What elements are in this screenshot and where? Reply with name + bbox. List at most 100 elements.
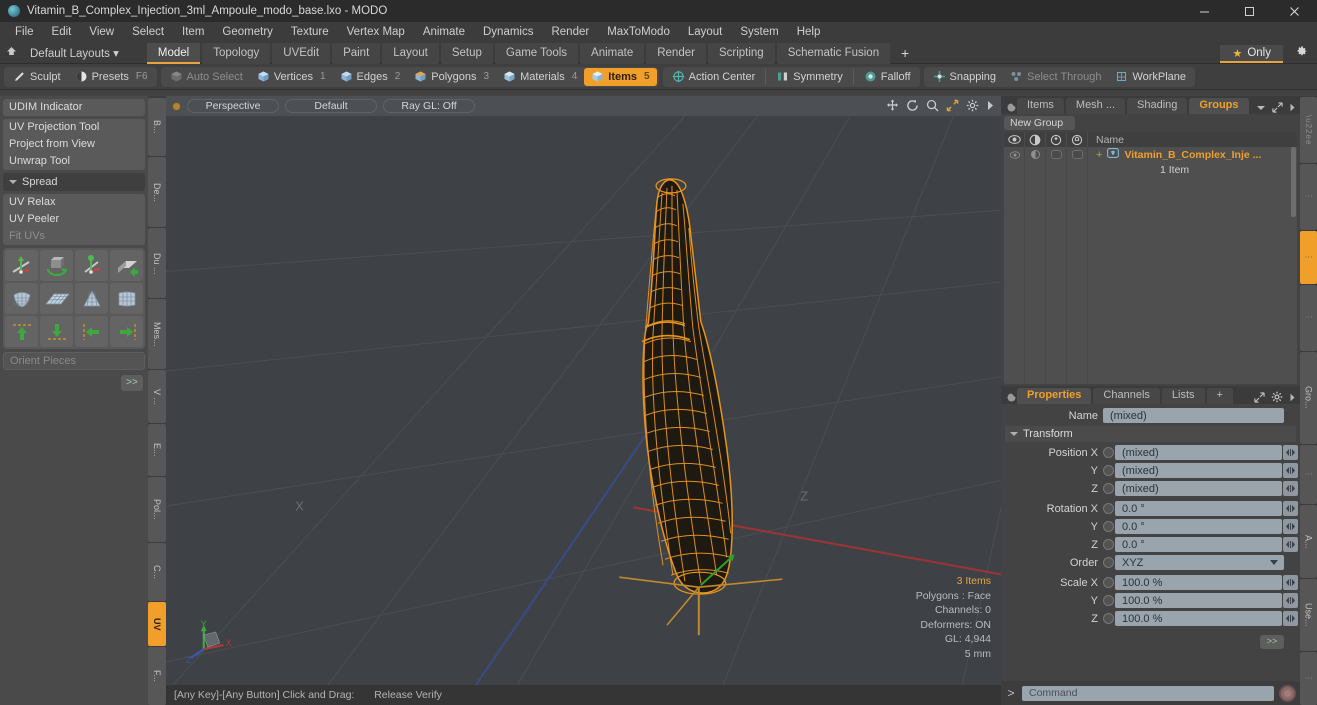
scale-y-field[interactable]: 100.0 % [1115,593,1282,608]
move-tool-icon[interactable] [5,250,38,281]
tab-setup[interactable]: Setup [440,42,493,64]
lattice-icon[interactable] [110,283,143,314]
align-up-icon[interactable] [5,316,38,347]
symmetry-button[interactable]: Symmetry [769,68,850,86]
rtab-2[interactable]: ⋮ [1300,163,1317,230]
left-panel-more-button[interactable]: >> [121,375,143,391]
tab-paint[interactable]: Paint [332,42,381,64]
vertices-button[interactable]: Vertices 1 [250,68,333,86]
items-button[interactable]: Items 5 [584,67,657,86]
menu-vertex-map[interactable]: Vertex Map [338,22,414,43]
tab-uvedit[interactable]: UVEdit [272,42,331,64]
order-key-toggle[interactable] [1103,557,1114,568]
scale-y-spinner[interactable] [1283,593,1298,608]
rtab-1[interactable]: \u22ee [1300,97,1317,163]
properties-more-button[interactable]: >> [1260,634,1284,649]
rotation-x-field[interactable]: 0.0 ° [1115,501,1282,516]
presets-button[interactable]: Presets F6 [68,68,155,86]
rotation-y-key-toggle[interactable] [1103,521,1114,532]
sculpt-button[interactable]: Sculpt [6,68,68,86]
gear-icon[interactable] [1291,45,1311,61]
menu-dynamics[interactable]: Dynamics [474,22,542,43]
scale-x-spinner[interactable] [1283,575,1298,590]
tab-schematic-fusion[interactable]: Schematic Fusion [776,42,891,64]
tab-topology[interactable]: Topology [202,42,271,64]
tab-channels[interactable]: Channels [1093,388,1160,404]
viewport-raygl-dropdown[interactable]: Ray GL: Off [383,99,475,113]
tab-lists[interactable]: Lists [1161,388,1205,404]
record-icon[interactable] [1279,684,1296,702]
tab-render[interactable]: Render [646,42,706,64]
vtab-duplicate[interactable]: Du ... [148,228,166,299]
flip-tool-icon[interactable] [110,250,143,281]
tab-properties[interactable]: Properties [1017,388,1092,404]
tab-groups[interactable]: Groups [1189,98,1249,114]
menu-file[interactable]: File [6,22,43,43]
table-row[interactable]: + Vitamin_B_Complex_Inje ... [1088,147,1297,162]
tab-shading[interactable]: Shading [1127,98,1188,114]
unwrap-tool-button[interactable]: Unwrap Tool [3,153,145,170]
uv-peeler-button[interactable]: UV Peeler [3,211,145,228]
scale-z-spinner[interactable] [1283,611,1298,626]
position-z-spinner[interactable] [1283,481,1298,496]
vtab-uv[interactable]: UV [148,601,166,646]
chevron-down-icon[interactable] [1256,104,1266,112]
tree-scrollbar[interactable] [1291,147,1296,217]
rotation-z-spinner[interactable] [1283,537,1298,552]
position-x-key-toggle[interactable] [1103,447,1114,458]
groups-tree[interactable]: Name + Vitamin_B_Complex_Inje ... 1 Item [1004,132,1297,384]
scale-x-field[interactable]: 100.0 % [1115,575,1282,590]
chevron-right-icon[interactable] [1289,103,1296,112]
viewport-style-dropdown[interactable]: Default [285,99,377,113]
menu-system[interactable]: System [731,22,787,43]
scale-z-field[interactable]: 100.0 % [1115,611,1282,626]
rotation-y-field[interactable]: 0.0 ° [1115,519,1282,534]
transform-section-header[interactable]: Transform [1005,426,1296,442]
rotation-x-key-toggle[interactable] [1103,503,1114,514]
visibility-toggle[interactable] [1004,147,1025,162]
zoom-icon[interactable] [926,99,939,112]
rtab-9[interactable]: ⋮ [1300,652,1317,705]
viewport-menu-dot-icon[interactable] [172,101,181,111]
rtab-4[interactable]: ⋮ [1300,284,1317,351]
grid-plane-icon[interactable] [40,283,73,314]
rtab-user[interactable]: Use... [1300,578,1317,652]
position-x-field[interactable]: (mixed) [1115,445,1282,460]
home-icon[interactable] [0,45,22,61]
subdivide-icon[interactable] [5,283,38,314]
expand-icon[interactable] [1254,391,1265,403]
fit-icon[interactable] [946,99,959,112]
tab-model[interactable]: Model [146,42,201,64]
position-z-field[interactable]: (mixed) [1115,481,1282,496]
materials-button[interactable]: Materials 4 [496,68,584,86]
rotation-x-spinner[interactable] [1283,501,1298,516]
lock-toggle[interactable] [1067,147,1088,162]
menu-animate[interactable]: Animate [414,22,474,43]
maximize-button[interactable] [1227,0,1272,22]
edges-button[interactable]: Edges 2 [333,68,408,86]
name-field[interactable]: (mixed) [1103,408,1284,423]
uv-relax-button[interactable]: UV Relax [3,194,145,211]
expand-icon[interactable] [1272,102,1283,113]
rtab-groups[interactable]: Gro... [1300,351,1317,444]
default-layouts-dropdown[interactable]: Default Layouts ▾ [22,46,119,60]
rtab-6[interactable]: ⋮ [1300,444,1317,505]
scale-z-key-toggle[interactable] [1103,613,1114,624]
move-icon[interactable] [886,99,899,112]
menu-geometry[interactable]: Geometry [213,22,282,43]
position-y-key-toggle[interactable] [1103,465,1114,476]
project-from-view-button[interactable]: Project from View [3,136,145,153]
vtab-curve[interactable]: C... [148,542,166,601]
tab-items[interactable]: Items [1017,98,1064,114]
gear-icon[interactable] [966,99,979,112]
falloff-button[interactable]: Falloff [857,68,918,86]
position-y-field[interactable]: (mixed) [1115,463,1282,478]
rotate-icon[interactable] [906,99,919,112]
rtab-attributes[interactable]: A... [1300,505,1317,578]
menu-help[interactable]: Help [788,22,830,43]
tab-animate[interactable]: Animate [580,42,645,64]
viewport-canvas[interactable]: Z X Y X Z 3 Items Polygons: Face Channe… [166,116,1001,685]
menu-render[interactable]: Render [542,22,598,43]
vtab-deform[interactable]: De... [148,157,166,228]
tab-add[interactable]: + [1206,388,1233,404]
